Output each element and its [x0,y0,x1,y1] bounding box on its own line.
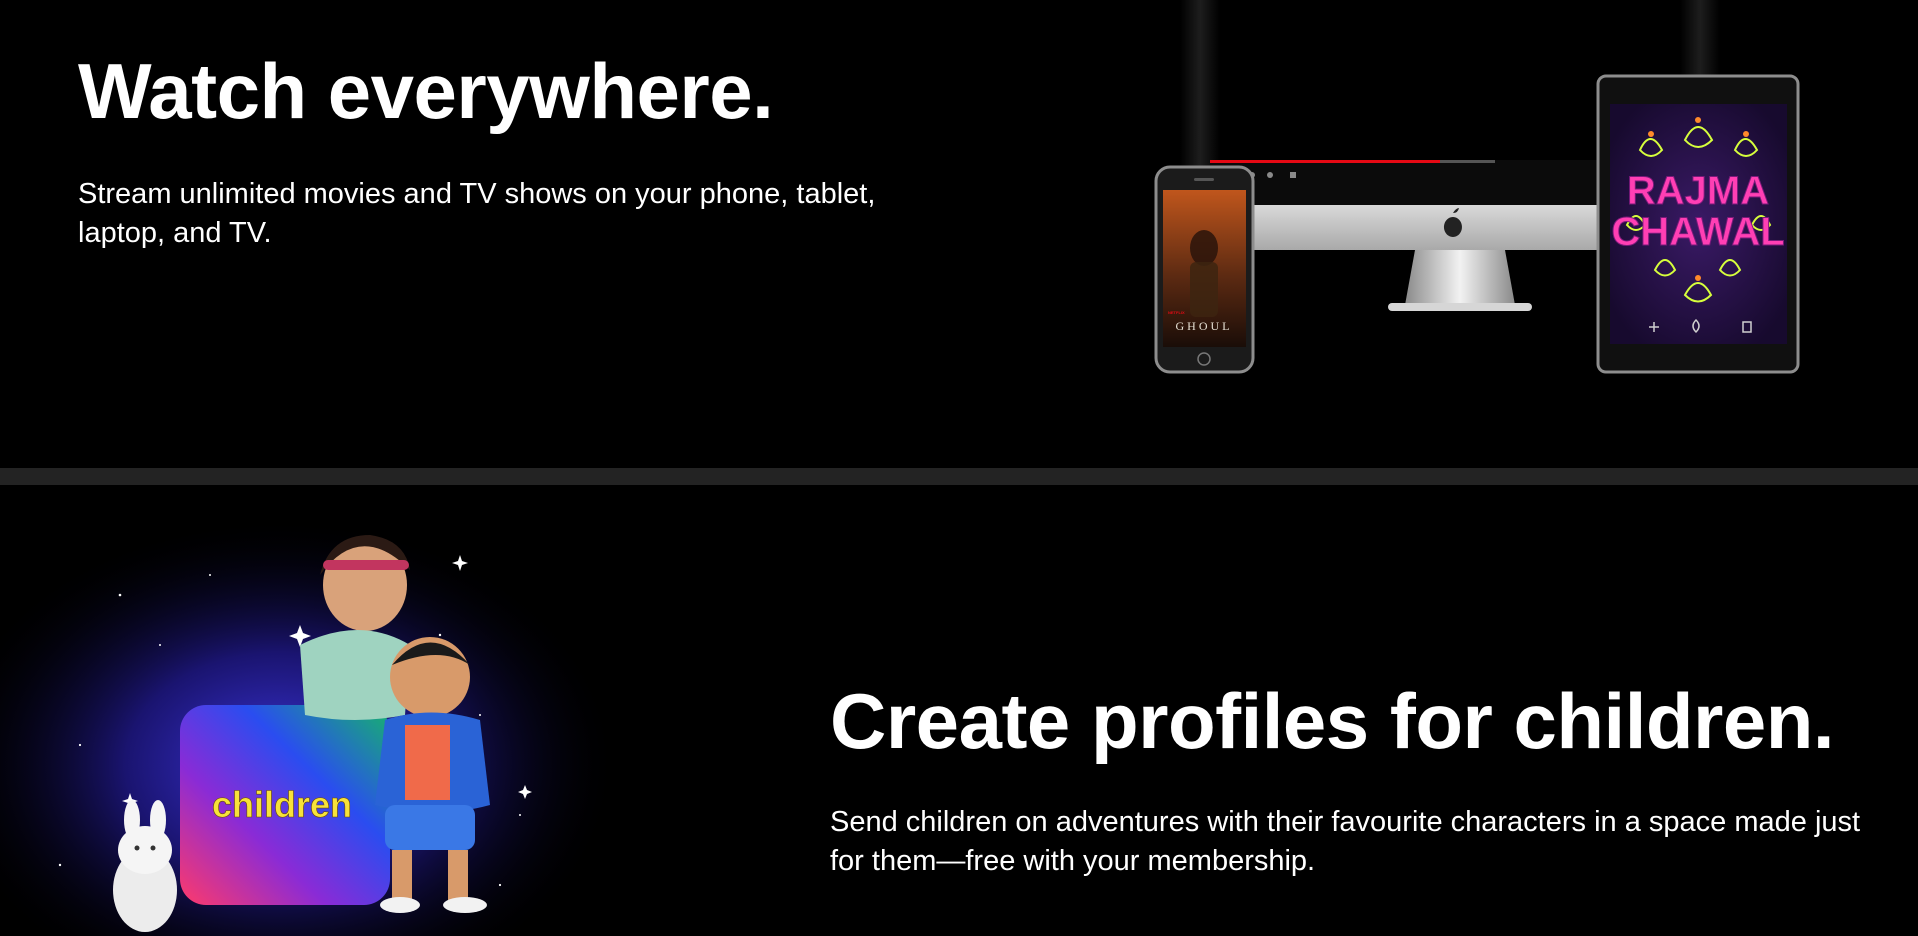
phone-poster-title: GHOUL [1176,319,1233,333]
tablet-poster-line2: CHAWAL [1611,210,1784,254]
phone-netflix-badge: NETFLIX [1168,310,1185,315]
kids-illustration: children [0,485,620,936]
devices-illustration: NETFLIX GHOUL RAJMA CHAWAL [1154,0,1800,374]
section-description: Stream unlimited movies and TV shows on … [78,178,876,249]
tablet-poster-line1: RAJMA [1627,169,1769,213]
section-title: Watch everywhere. [78,47,774,135]
section-title: Create profiles for children. [830,677,1835,765]
watch-everywhere-section: Watch everywhere. Stream unlimited movie… [0,0,1918,468]
kids-profiles-section: children Create profiles for children. S… [0,485,1918,936]
phone-illustration: NETFLIX GHOUL [1154,165,1255,374]
section-description: Send children on adventures with their f… [830,806,1861,877]
tablet-illustration: RAJMA CHAWAL [1596,74,1800,374]
imac-illustration [1210,160,1610,311]
section-divider [0,468,1918,485]
children-box-illustration: children [180,705,390,905]
box-label: children [212,784,352,825]
